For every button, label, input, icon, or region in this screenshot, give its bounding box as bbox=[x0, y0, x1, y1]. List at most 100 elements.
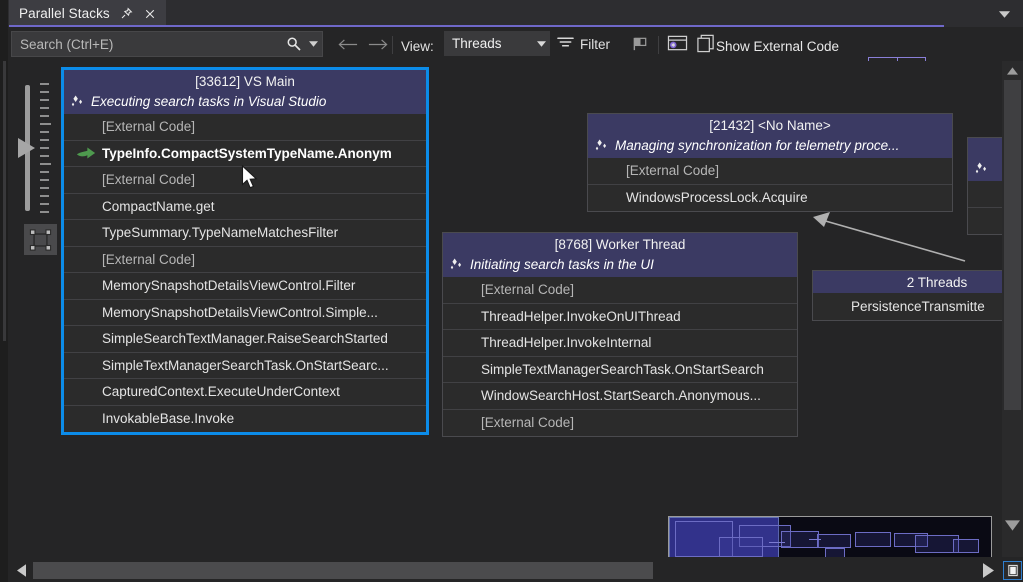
stack-frame[interactable]: TypeSummary.TypeNameMatchesFilter bbox=[64, 220, 426, 247]
frame-label: TypeSummary.TypeNameMatchesFilter bbox=[102, 225, 338, 240]
stack-frame[interactable]: [External Code] bbox=[64, 167, 426, 194]
triangle-left-icon[interactable] bbox=[12, 561, 31, 579]
fit-to-window-icon[interactable] bbox=[24, 224, 57, 255]
stack-node-title bbox=[968, 138, 1002, 160]
stack-node-header: [21432] <No Name> Managing synchronizati… bbox=[588, 114, 952, 158]
stack-frame[interactable]: ThreadHelper.InvokeOnUIThread bbox=[443, 304, 797, 331]
window-left-edge bbox=[0, 0, 8, 27]
tab-label: Parallel Stacks bbox=[19, 6, 110, 21]
stack-frame-current[interactable]: TypeInfo.CompactSystemTypeName.Anonym bbox=[64, 141, 426, 168]
view-label: View: bbox=[401, 39, 434, 54]
frame-label: CapturedContext.ExecuteUnderContext bbox=[102, 384, 340, 399]
close-icon[interactable] bbox=[143, 6, 158, 21]
ai-diamonds-icon bbox=[70, 95, 85, 109]
chevron-down-icon[interactable] bbox=[532, 41, 550, 47]
search-icon[interactable] bbox=[280, 32, 308, 56]
minimap-node bbox=[825, 548, 845, 557]
frame-label: [External Code] bbox=[481, 282, 574, 297]
toolbar-separator-1 bbox=[392, 36, 393, 54]
stack-frame-list: [External Code] WindowsProcessLock.Acqui… bbox=[588, 158, 952, 211]
stack-frame[interactable]: MemorySnapshotDetailsViewControl.Filter bbox=[64, 273, 426, 300]
filter-button[interactable]: Filter bbox=[557, 33, 610, 55]
stack-frame[interactable] bbox=[968, 208, 1002, 235]
vertical-scrollbar-thumb[interactable] bbox=[1004, 80, 1021, 410]
zoom-slider-thumb[interactable] bbox=[18, 138, 35, 158]
stack-canvas[interactable]: [33612] VS Main Executing search tasks i… bbox=[60, 61, 1002, 557]
ai-diamonds-icon bbox=[974, 162, 989, 176]
overview-minimap[interactable] bbox=[668, 516, 992, 557]
stack-node-vs-main[interactable]: [33612] VS Main Executing search tasks i… bbox=[61, 67, 429, 435]
stack-frame[interactable]: [External Code] bbox=[443, 410, 797, 437]
horizontal-scrollbar-thumb[interactable] bbox=[33, 562, 653, 579]
stack-node-title: [33612] VS Main bbox=[64, 70, 426, 92]
stack-frame[interactable]: ThreadHelper.InvokeInternal bbox=[443, 330, 797, 357]
stack-frame-list: [External Code] TypeInfo.CompactSystemTy… bbox=[64, 114, 426, 432]
stack-frame[interactable]: SimpleTextManagerSearchTask.OnStartSearc… bbox=[64, 353, 426, 380]
arrow-left-icon[interactable] bbox=[336, 35, 360, 53]
stack-frame[interactable]: [External Code] bbox=[588, 158, 952, 185]
stack-frame-list: PersistenceTransmitte bbox=[813, 293, 1002, 320]
stack-frame-list bbox=[968, 181, 1002, 234]
minimap-toggle-icon[interactable] bbox=[1003, 561, 1022, 580]
toolbar-separator-2 bbox=[658, 36, 659, 54]
stack-frame[interactable]: WindowSearchHost.StartSearch.Anonymous..… bbox=[443, 383, 797, 410]
stack-node-offscreen-right[interactable] bbox=[967, 137, 1002, 235]
triangle-up-icon[interactable] bbox=[1002, 61, 1023, 80]
stack-node-header: [8768] Worker Thread Initiating search t… bbox=[443, 233, 797, 277]
minimap-edge bbox=[769, 542, 785, 543]
frame-label: TypeInfo.CompactSystemTypeName.Anonym bbox=[102, 146, 392, 161]
triangle-right-icon[interactable] bbox=[979, 561, 998, 579]
stack-frame[interactable]: SimpleSearchTextManager.RaiseSearchStart… bbox=[64, 326, 426, 353]
frame-label: CompactName.get bbox=[102, 199, 215, 214]
view-select[interactable]: Threads bbox=[444, 31, 550, 56]
ai-diamonds-icon bbox=[449, 258, 464, 272]
stack-node-subtitle-row: Managing synchronization for telemetry p… bbox=[588, 136, 952, 158]
window-chrome-left-accent bbox=[3, 61, 6, 341]
frame-label: SimpleSearchTextManager.RaiseSearchStart… bbox=[102, 331, 388, 346]
chevron-down-icon[interactable] bbox=[997, 7, 1011, 21]
stack-frame[interactable]: MemorySnapshotDetailsViewControl.Simple.… bbox=[64, 300, 426, 327]
stack-frame[interactable] bbox=[968, 181, 1002, 208]
current-frame-arrow-icon bbox=[70, 146, 102, 160]
filter-icon bbox=[557, 35, 574, 54]
stack-frame[interactable]: [External Code] bbox=[64, 114, 426, 141]
view-select-value: Threads bbox=[444, 36, 532, 51]
method-view-icon[interactable] bbox=[665, 32, 689, 55]
stack-frame[interactable]: [External Code] bbox=[443, 277, 797, 304]
arrow-right-icon[interactable] bbox=[366, 35, 390, 53]
tab-parallel-stacks[interactable]: Parallel Stacks bbox=[9, 0, 166, 27]
search-dropdown-chevron-down-icon[interactable] bbox=[308, 32, 322, 56]
show-external-code-label[interactable]: Show External Code bbox=[716, 39, 839, 54]
flag-icon[interactable] bbox=[630, 35, 650, 53]
minimap-node bbox=[855, 532, 891, 547]
stack-node-two-threads[interactable]: 2 Threads PersistenceTransmitte bbox=[812, 270, 1002, 321]
horizontal-scrollbar[interactable] bbox=[8, 558, 1002, 582]
stack-frame[interactable]: CapturedContext.ExecuteUnderContext bbox=[64, 379, 426, 406]
stack-frame[interactable]: [External Code] bbox=[64, 247, 426, 274]
vertical-scrollbar[interactable] bbox=[1002, 61, 1023, 557]
ai-diamonds-icon bbox=[594, 139, 609, 153]
frame-label: MemorySnapshotDetailsViewControl.Filter bbox=[102, 278, 355, 293]
stack-frame[interactable]: SimpleTextManagerSearchTask.OnStartSearc… bbox=[443, 357, 797, 384]
frame-label: MemorySnapshotDetailsViewControl.Simple.… bbox=[102, 305, 378, 320]
stack-node-subtitle-row: Initiating search tasks in the UI bbox=[443, 255, 797, 277]
stack-frame[interactable]: PersistenceTransmitte bbox=[813, 293, 1002, 320]
stack-node-title: 2 Threads bbox=[813, 271, 1002, 293]
stack-node-header: 2 Threads bbox=[813, 271, 1002, 293]
search-box[interactable] bbox=[11, 31, 323, 57]
stack-node-subtitle: Executing search tasks in Visual Studio bbox=[91, 94, 326, 109]
stack-node-title: [21432] <No Name> bbox=[588, 114, 952, 136]
external-code-icon[interactable] bbox=[694, 32, 718, 55]
stack-node-worker-thread[interactable]: [8768] Worker Thread Initiating search t… bbox=[442, 232, 798, 437]
search-input[interactable] bbox=[12, 32, 280, 56]
stack-frame[interactable]: CompactName.get bbox=[64, 194, 426, 221]
triangle-down-icon[interactable] bbox=[1002, 516, 1023, 535]
frame-label: [External Code] bbox=[102, 119, 195, 134]
stack-frame[interactable]: WindowsProcessLock.Acquire bbox=[588, 185, 952, 212]
stack-frame[interactable]: InvokableBase.Invoke bbox=[64, 406, 426, 433]
frame-label: [External Code] bbox=[626, 163, 719, 178]
stack-node-no-name[interactable]: [21432] <No Name> Managing synchronizati… bbox=[587, 113, 953, 212]
pin-icon[interactable] bbox=[119, 6, 134, 21]
stack-node-subtitle-row bbox=[968, 160, 1002, 181]
frame-label: ThreadHelper.InvokeOnUIThread bbox=[481, 309, 681, 324]
